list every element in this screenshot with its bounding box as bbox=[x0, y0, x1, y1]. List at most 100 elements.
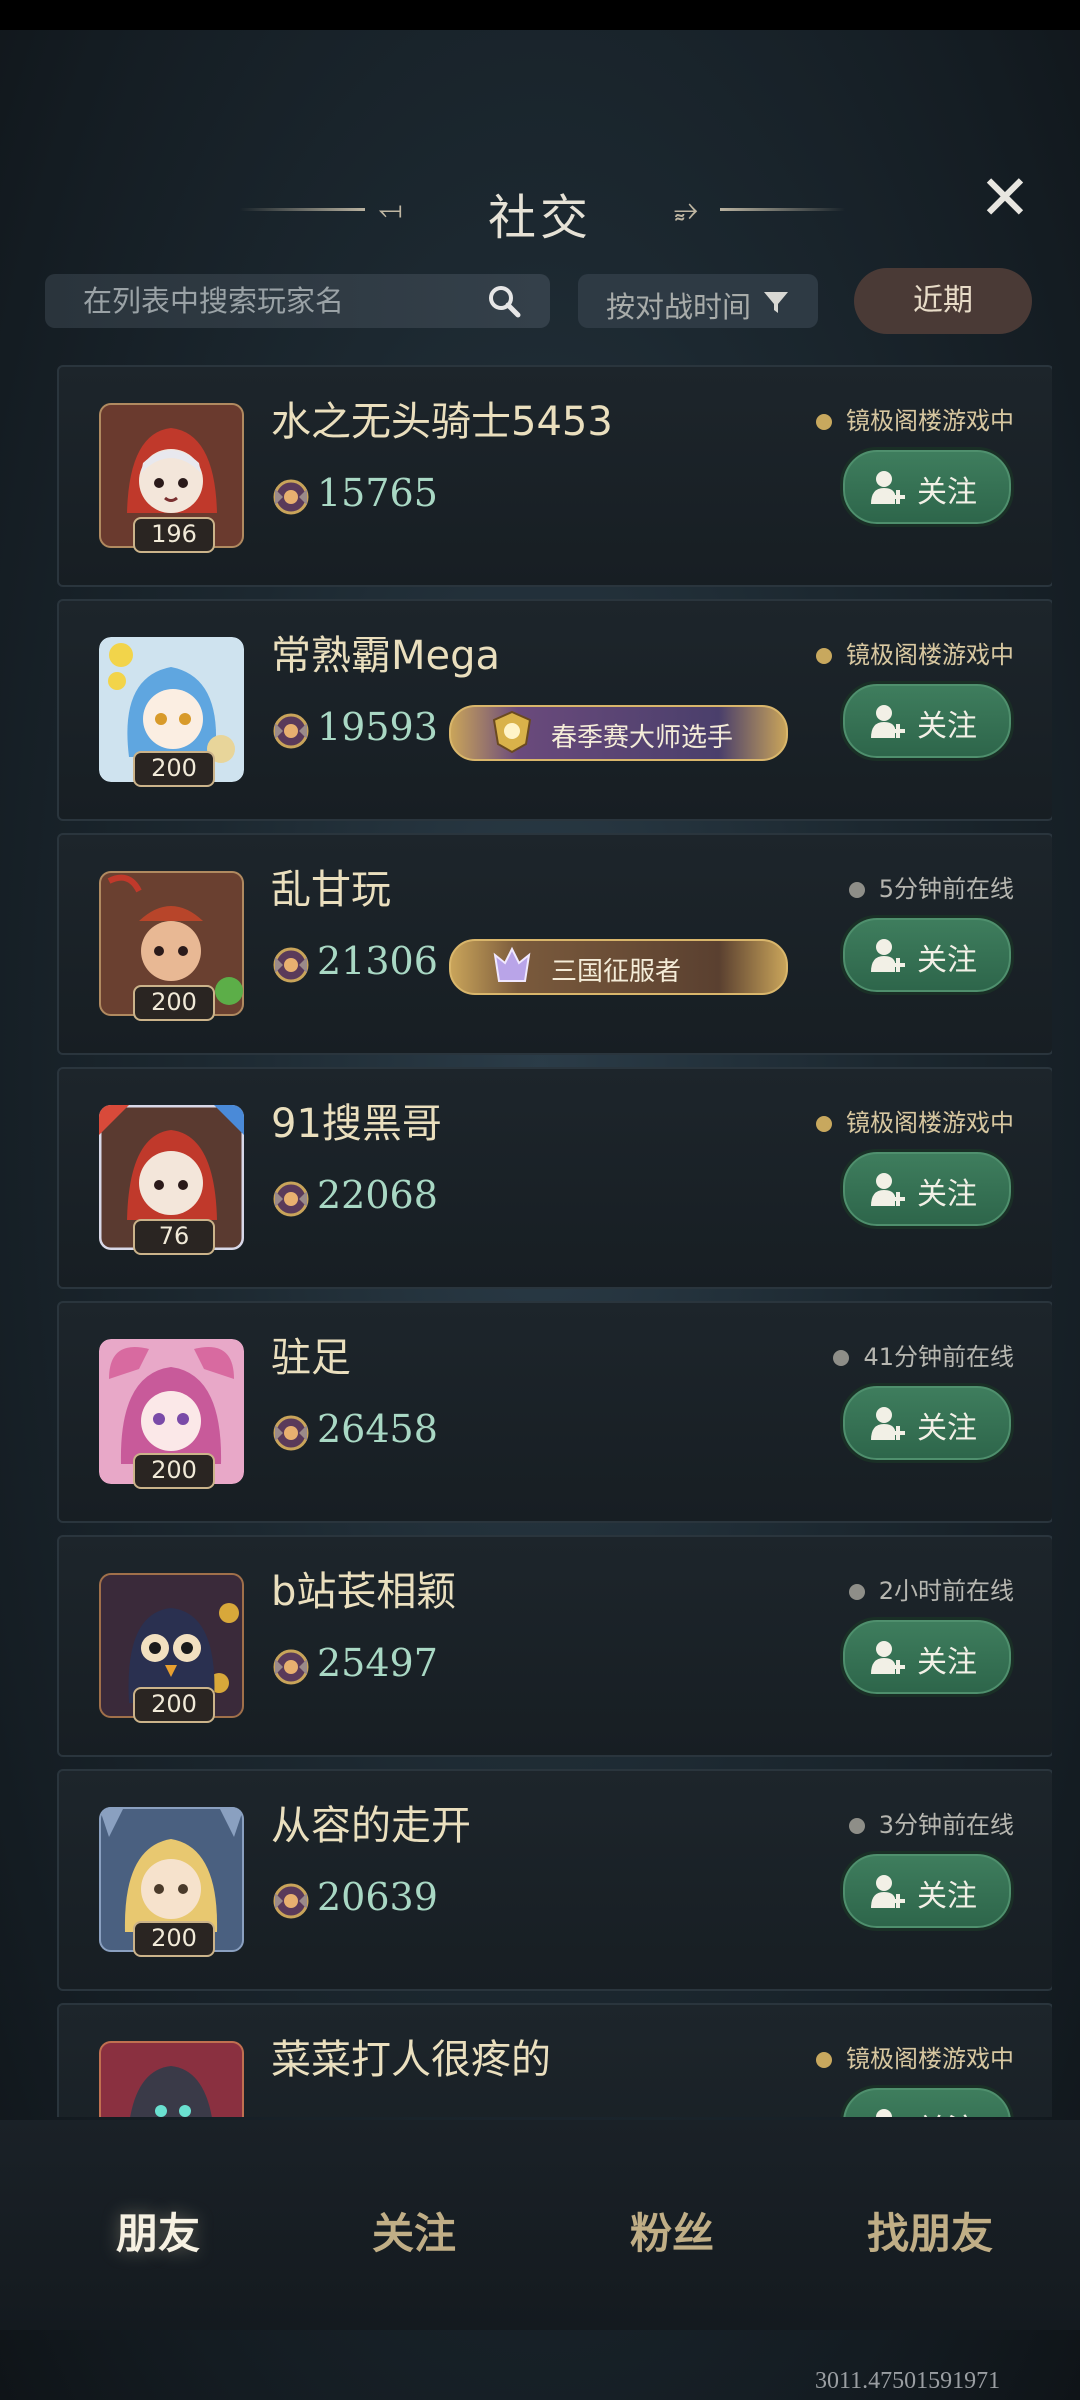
level-badge: 200 bbox=[133, 751, 215, 787]
status-text: 镜极阁楼游戏中 bbox=[846, 1109, 1014, 1137]
player-card[interactable]: 200 乱甘玩 21306 三国征服者 5分钟前在线 关注 bbox=[57, 833, 1052, 1055]
title-divider-right bbox=[720, 208, 845, 211]
player-score: 20639 bbox=[317, 1875, 438, 1919]
online-dot-icon bbox=[816, 414, 832, 430]
avatar-hooded-icon bbox=[99, 2041, 244, 2117]
player-score: 19593 bbox=[317, 705, 438, 749]
offline-dot-icon bbox=[848, 1818, 865, 1834]
status-text: 3分钟前在线 bbox=[878, 1811, 1014, 1839]
add-user-icon bbox=[871, 471, 905, 504]
rank-medal-icon bbox=[273, 1649, 309, 1685]
player-score: 15765 bbox=[317, 471, 438, 515]
player-status: 2小时前在线 bbox=[848, 1571, 1014, 1606]
tab-fans[interactable]: 粉丝 bbox=[572, 2200, 772, 2261]
level-badge: 200 bbox=[133, 985, 215, 1021]
player-name: 乱甘玩 bbox=[271, 867, 391, 913]
player-name: 菜菜打人很疼的 bbox=[271, 2037, 551, 2083]
follow-button[interactable]: 关注 bbox=[840, 1851, 1014, 1931]
level-badge: 200 bbox=[133, 1687, 215, 1723]
master-shield-icon bbox=[492, 710, 532, 754]
player-status: 3分钟前在线 bbox=[848, 1805, 1014, 1840]
sort-dropdown[interactable]: 按对战时间 bbox=[578, 274, 818, 328]
level-badge: 76 bbox=[133, 1219, 215, 1255]
rank-medal-icon bbox=[273, 1181, 309, 1217]
player-card[interactable]: 200 b站苌相颖 25497 2小时前在线 关注 bbox=[57, 1535, 1052, 1757]
player-name: 水之无头骑士5453 bbox=[271, 399, 613, 445]
offline-dot-icon bbox=[848, 1584, 865, 1600]
player-status: 41分钟前在线 bbox=[833, 1337, 1014, 1372]
player-card[interactable]: 76 91搜黑哥 22068 镜极阁楼游戏中 关注 bbox=[57, 1067, 1052, 1289]
follow-label: 关注 bbox=[917, 1411, 977, 1446]
tab-find-friends[interactable]: 找朋友 bbox=[830, 2200, 1030, 2261]
online-dot-icon bbox=[816, 648, 832, 664]
status-text: 2小时前在线 bbox=[878, 1577, 1014, 1605]
page-title: 社交 bbox=[487, 190, 592, 246]
player-score: 21306 bbox=[317, 939, 438, 983]
player-score: 26458 bbox=[317, 1407, 438, 1451]
player-score: 22068 bbox=[317, 1173, 438, 1217]
add-user-icon bbox=[871, 705, 905, 738]
add-user-icon bbox=[871, 1173, 905, 1206]
online-dot-icon bbox=[816, 1116, 832, 1132]
rank-medal-icon bbox=[273, 479, 309, 515]
close-icon[interactable]: ✕ bbox=[975, 167, 1035, 229]
follow-button[interactable]: 关注 bbox=[840, 681, 1014, 761]
follow-label: 关注 bbox=[917, 2105, 977, 2117]
level-badge: 200 bbox=[133, 1453, 215, 1489]
follow-button[interactable]: 关注 bbox=[840, 1383, 1014, 1463]
level-badge: 200 bbox=[133, 1921, 215, 1957]
rank-medal-icon bbox=[273, 713, 309, 749]
follow-label: 关注 bbox=[917, 943, 977, 978]
recent-button[interactable]: 近期 bbox=[854, 268, 1032, 334]
player-name: 常熟霸Mega bbox=[271, 633, 501, 679]
search-box[interactable] bbox=[45, 274, 550, 328]
follow-button[interactable]: 关注 bbox=[840, 1149, 1014, 1229]
status-bar bbox=[0, 0, 1080, 30]
player-name: 从容的走开 bbox=[271, 1803, 471, 1849]
follow-button[interactable]: 关注 bbox=[840, 447, 1014, 527]
level-badge: 196 bbox=[133, 517, 215, 553]
follow-button[interactable]: 关注 bbox=[840, 1617, 1014, 1697]
add-user-icon bbox=[871, 1875, 905, 1908]
search-icon[interactable] bbox=[485, 282, 525, 322]
player-card[interactable]: 200 从容的走开 20639 3分钟前在线 关注 bbox=[57, 1769, 1052, 1991]
tab-following[interactable]: 关注 bbox=[314, 2200, 514, 2261]
recent-label: 近期 bbox=[913, 283, 973, 318]
player-name: 91搜黑哥 bbox=[271, 1101, 442, 1147]
search-input[interactable] bbox=[81, 282, 485, 322]
tab-friends[interactable]: 朋友 bbox=[58, 2200, 258, 2261]
avatar[interactable] bbox=[99, 2041, 244, 2117]
follow-button[interactable]: 关注 bbox=[840, 2085, 1014, 2117]
player-score: 25497 bbox=[317, 1641, 438, 1685]
sort-label: 按对战时间 bbox=[606, 290, 752, 324]
title-badge: 春季赛大师选手 bbox=[449, 705, 788, 761]
follow-label: 关注 bbox=[917, 1645, 977, 1680]
controls-bar: 按对战时间 近期 bbox=[0, 268, 1080, 334]
rank-medal-icon bbox=[273, 947, 309, 983]
follow-label: 关注 bbox=[917, 475, 977, 510]
status-text: 镜极阁楼游戏中 bbox=[846, 407, 1014, 435]
follow-button[interactable]: 关注 bbox=[840, 915, 1014, 995]
player-card[interactable]: 菜菜打人很疼的 镜极阁楼游戏中 关注 bbox=[57, 2003, 1052, 2117]
status-text: 镜极阁楼游戏中 bbox=[846, 2045, 1014, 2073]
badge-text: 春季赛大师选手 bbox=[551, 723, 734, 753]
player-status: 5分钟前在线 bbox=[848, 869, 1014, 904]
coordinates-readout: 3011.47501591971 bbox=[815, 2368, 1001, 2394]
crystal-crown-icon bbox=[493, 946, 531, 982]
player-status: 镜极阁楼游戏中 bbox=[816, 1103, 1014, 1138]
online-dot-icon bbox=[816, 2052, 832, 2068]
status-text: 5分钟前在线 bbox=[878, 875, 1014, 903]
follow-label: 关注 bbox=[917, 1177, 977, 1212]
follow-label: 关注 bbox=[917, 1879, 977, 1914]
header: ⥞ 社交 ⥵ ✕ bbox=[0, 150, 1080, 270]
title-badge: 三国征服者 bbox=[449, 939, 788, 995]
player-card[interactable]: 200 常熟霸Mega 19593 春季赛大师选手 镜极阁楼游戏中 关注 bbox=[57, 599, 1052, 821]
add-user-icon bbox=[871, 939, 905, 972]
player-name: b站苌相颖 bbox=[271, 1569, 457, 1615]
player-status: 镜极阁楼游戏中 bbox=[816, 635, 1014, 670]
offline-dot-icon bbox=[848, 882, 865, 898]
player-card[interactable]: 196 水之无头骑士5453 15765 镜极阁楼游戏中 关注 bbox=[57, 365, 1052, 587]
player-list[interactable]: 196 水之无头骑士5453 15765 镜极阁楼游戏中 关注 200 常熟霸M… bbox=[57, 365, 1052, 2117]
player-card[interactable]: 200 驻足 26458 41分钟前在线 关注 bbox=[57, 1301, 1052, 1523]
follow-label: 关注 bbox=[917, 709, 977, 744]
